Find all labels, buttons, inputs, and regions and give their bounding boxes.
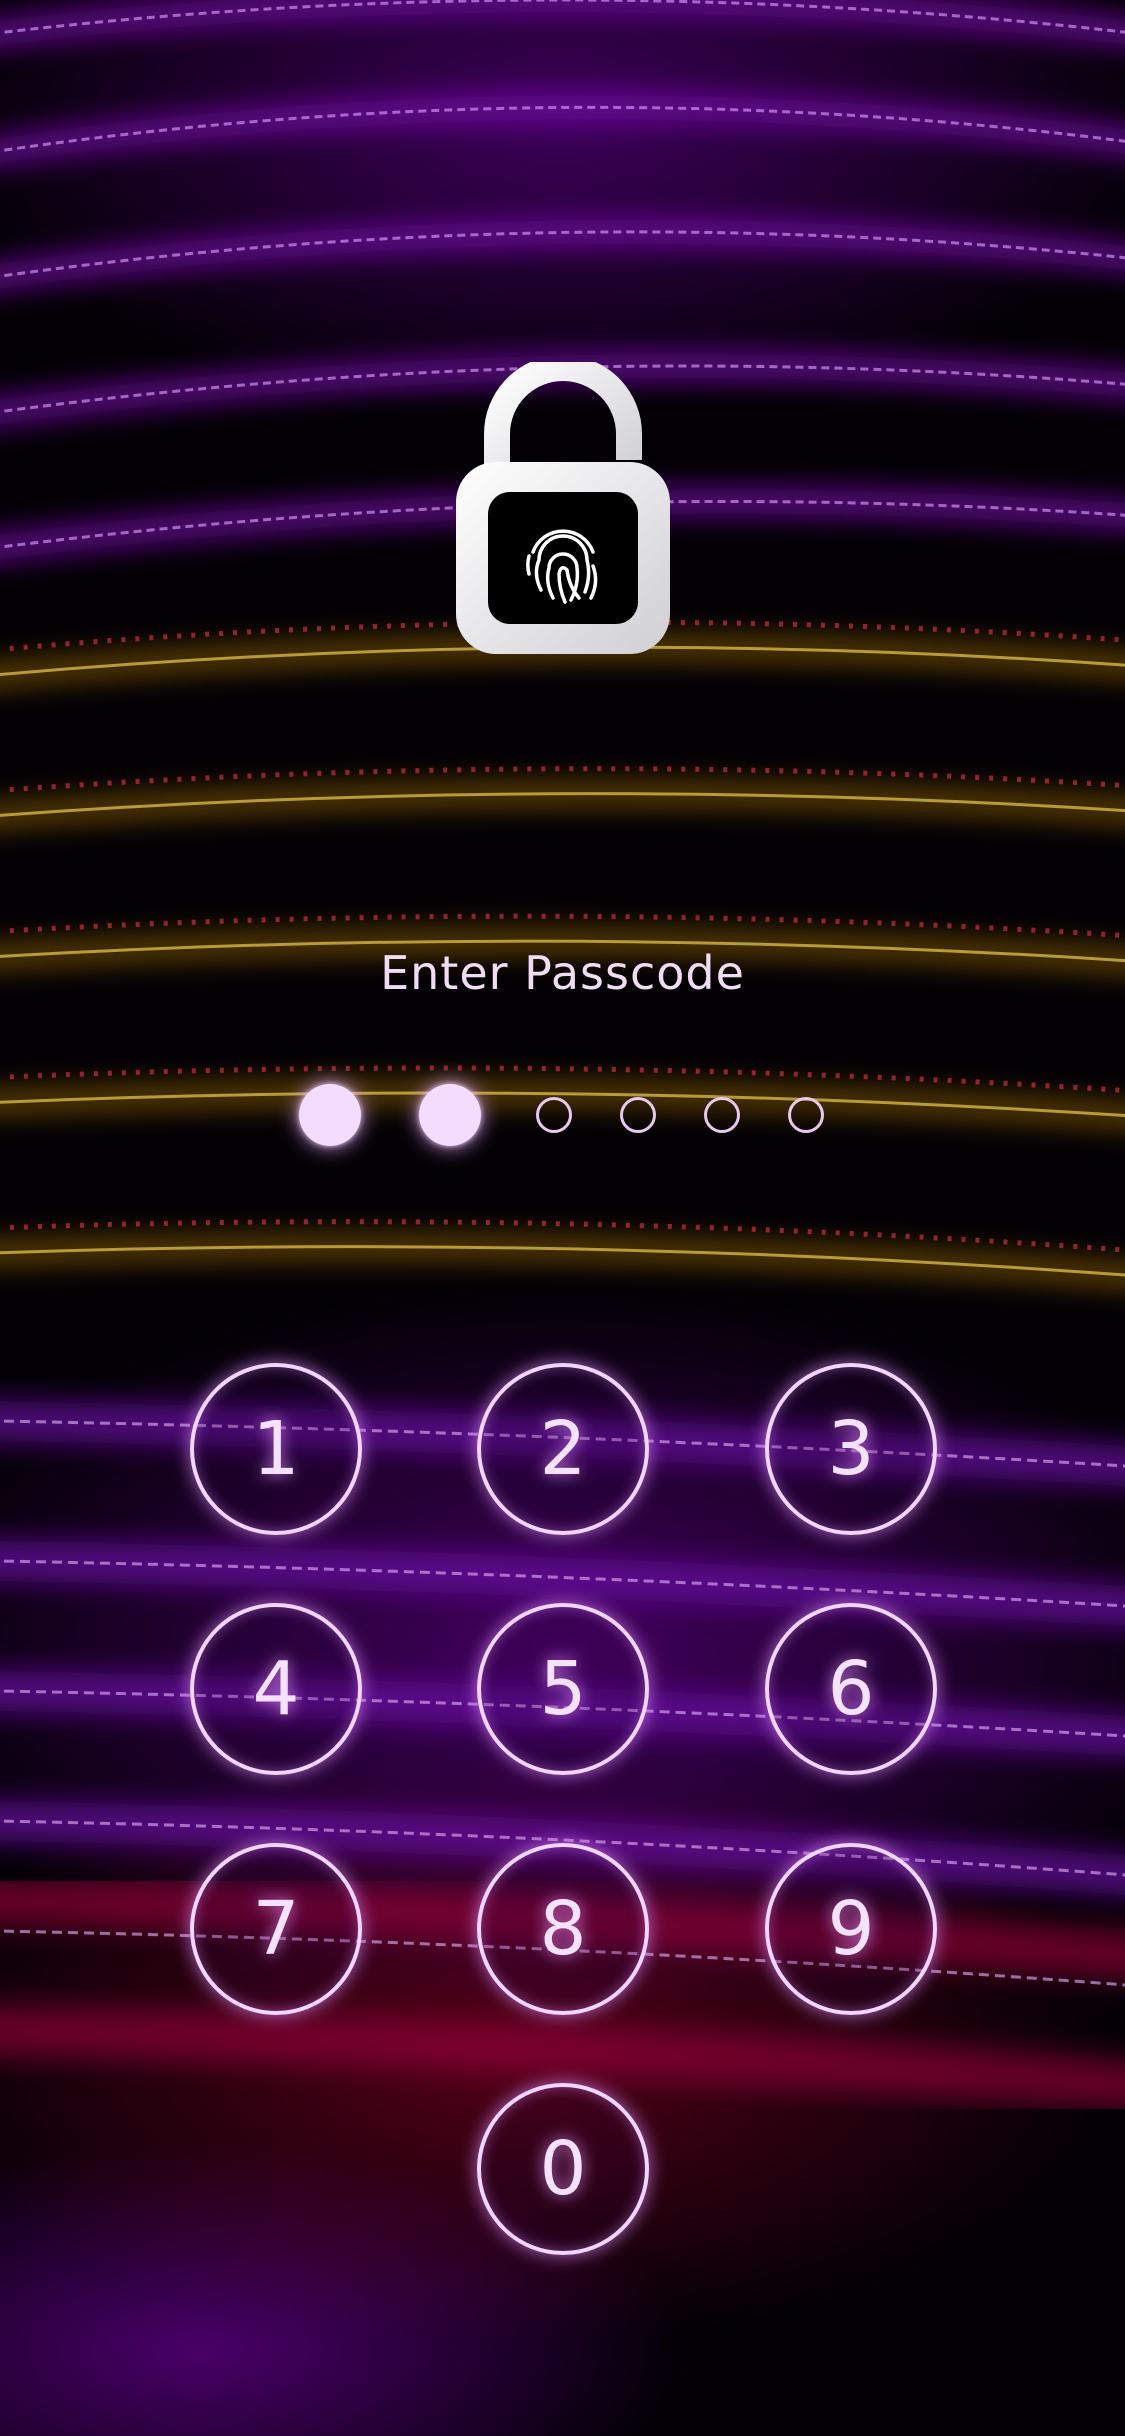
key-digit: 8 xyxy=(539,1886,587,1972)
key-digit: 4 xyxy=(252,1646,300,1732)
keypad-key-4[interactable]: 4 xyxy=(190,1603,362,1775)
passcode-dot-empty xyxy=(620,1097,656,1133)
key-digit: 6 xyxy=(827,1646,875,1732)
keypad-key-0[interactable]: 0 xyxy=(477,2083,649,2255)
key-digit: 3 xyxy=(827,1406,875,1492)
key-digit: 7 xyxy=(252,1886,300,1972)
key-digit: 9 xyxy=(827,1886,875,1972)
unlocked-padlock-icon xyxy=(452,355,674,662)
passcode-indicator xyxy=(0,1080,1125,1150)
keypad-key-7[interactable]: 7 xyxy=(190,1843,362,2015)
key-digit: 0 xyxy=(539,2126,587,2212)
passcode-dot-empty xyxy=(536,1097,572,1133)
keypad-key-6[interactable]: 6 xyxy=(765,1603,937,1775)
keypad-key-8[interactable]: 8 xyxy=(477,1843,649,2015)
passcode-dot-empty xyxy=(704,1097,740,1133)
passcode-dot-empty xyxy=(788,1097,824,1133)
enter-passcode-label: Enter Passcode xyxy=(380,946,745,1000)
key-digit: 2 xyxy=(539,1406,587,1492)
keypad-key-2[interactable]: 2 xyxy=(477,1363,649,1535)
passcode-dot-filled xyxy=(299,1084,361,1146)
lock-screen: Enter Passcode 1 2 3 4 5 6 7 8 9 0 xyxy=(0,0,1125,2436)
keypad-key-3[interactable]: 3 xyxy=(765,1363,937,1535)
keypad-key-1[interactable]: 1 xyxy=(190,1363,362,1535)
key-digit: 1 xyxy=(252,1406,300,1492)
key-digit: 5 xyxy=(539,1646,587,1732)
keypad-key-9[interactable]: 9 xyxy=(765,1843,937,2015)
passcode-dot-filled xyxy=(419,1084,481,1146)
keypad-key-5[interactable]: 5 xyxy=(477,1603,649,1775)
